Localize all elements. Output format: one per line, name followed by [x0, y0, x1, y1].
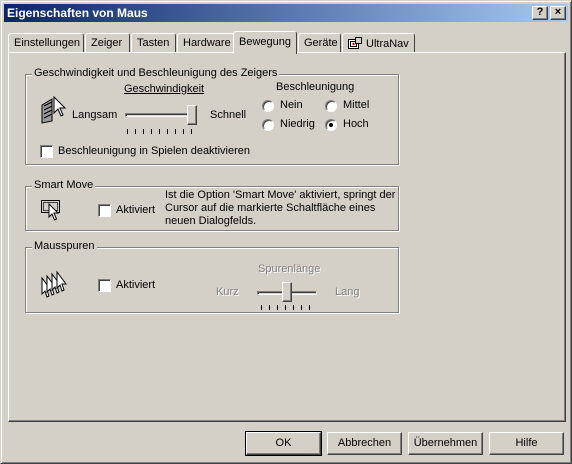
- tab-hardware[interactable]: Hardware: [177, 33, 235, 53]
- tab-bewegung[interactable]: Bewegung: [233, 31, 297, 54]
- tab-tasten[interactable]: Tasten: [131, 33, 176, 53]
- speed-accel-group: Geschwindigkeit und Beschleunigung des Z…: [25, 67, 399, 165]
- smart-move-desc-line2: Cursor auf die markierte Schaltfläche ei…: [165, 202, 376, 214]
- mouse-trails-group: Mausspuren Aktiviert Spurenlänge Kurz La…: [25, 240, 399, 313]
- window-title: Eigenschaften von Maus: [7, 6, 148, 20]
- smart-move-group: Smart Move Aktiviert Ist die Option 'Sma…: [25, 179, 399, 231]
- tab-label: Zeiger: [91, 37, 123, 49]
- tab-ultranav[interactable]: UltraNav: [342, 33, 415, 53]
- mouse-trails-icon: [41, 270, 67, 298]
- speed-fast-label: Schnell: [210, 109, 247, 121]
- accel-heading: Beschleunigung: [276, 81, 355, 93]
- trail-length-slider-ticks: [261, 305, 313, 310]
- accel-label-niedrig: Niedrig: [280, 118, 315, 130]
- tab-label: Hardware: [183, 37, 231, 49]
- smart-move-label: Aktiviert: [116, 204, 156, 216]
- trail-length-slider-thumb[interactable]: [282, 282, 292, 302]
- trail-short-label: Kurz: [216, 286, 239, 298]
- mouse-properties-dialog: Eigenschaften von Maus ? × Einstellungen…: [0, 0, 572, 464]
- tab-strip: Einstellungen Zeiger Tasten Hardware Bew…: [8, 31, 568, 54]
- title-bar: Eigenschaften von Maus ? ×: [4, 4, 568, 22]
- cancel-button[interactable]: Abbrechen: [327, 432, 402, 455]
- mouse-trails-label: Aktiviert: [116, 279, 156, 291]
- accel-radio-niedrig[interactable]: [262, 119, 274, 131]
- accel-radio-nein[interactable]: [262, 100, 274, 112]
- tab-zeiger[interactable]: Zeiger: [85, 33, 130, 53]
- tab-label: UltraNav: [366, 38, 409, 50]
- disable-games-accel-label: Beschleunigung in Spielen deaktivieren: [58, 145, 251, 157]
- smart-move-desc-line1: Ist die Option 'Smart Move' aktiviert, s…: [165, 189, 396, 201]
- smart-move-checkbox[interactable]: [98, 204, 111, 217]
- tab-label: Geräte: [304, 37, 338, 49]
- smart-move-group-title: Smart Move: [32, 179, 96, 191]
- accel-label-hoch: Hoch: [343, 118, 369, 130]
- tab-einstellungen[interactable]: Einstellungen: [8, 33, 84, 53]
- speed-accel-group-title: Geschwindigkeit und Beschleunigung des Z…: [32, 67, 280, 79]
- disable-games-accel-checkbox[interactable]: [40, 145, 53, 158]
- smart-move-desc-line3: neuen Dialogfelds.: [165, 215, 257, 227]
- speed-slow-label: Langsam: [72, 109, 118, 121]
- speed-heading: Geschwindigkeit: [124, 83, 204, 95]
- apply-button[interactable]: Übernehmen: [408, 432, 483, 455]
- trail-long-label: Lang: [335, 286, 360, 298]
- close-button[interactable]: ×: [550, 6, 566, 20]
- tab-label: Bewegung: [239, 36, 291, 48]
- smart-move-icon: [41, 200, 60, 221]
- ultranav-icon: [348, 37, 362, 49]
- accel-radio-mittel[interactable]: [325, 100, 337, 112]
- help-dialog-button[interactable]: Hilfe: [489, 432, 564, 455]
- accel-label-nein: Nein: [280, 99, 303, 111]
- tab-geraete[interactable]: Geräte: [298, 33, 341, 53]
- speed-slider-ticks: [127, 129, 193, 134]
- speed-slider-thumb[interactable]: [187, 105, 197, 125]
- ok-button[interactable]: OK: [245, 431, 322, 456]
- bewegung-panel: Geschwindigkeit und Beschleunigung des Z…: [8, 52, 566, 422]
- accel-label-mittel: Mittel: [343, 99, 370, 111]
- tab-label: Tasten: [137, 37, 170, 49]
- tab-label: Einstellungen: [14, 37, 81, 49]
- speed-heading-text: Geschwindigkeit: [124, 83, 205, 95]
- trail-length-heading: Spurenlänge: [258, 263, 321, 275]
- help-button[interactable]: ?: [532, 6, 548, 20]
- mouse-trails-group-title: Mausspuren: [32, 240, 97, 252]
- accel-radio-hoch[interactable]: [325, 119, 337, 131]
- pointer-speed-icon: [41, 95, 67, 124]
- mouse-trails-checkbox[interactable]: [98, 279, 111, 292]
